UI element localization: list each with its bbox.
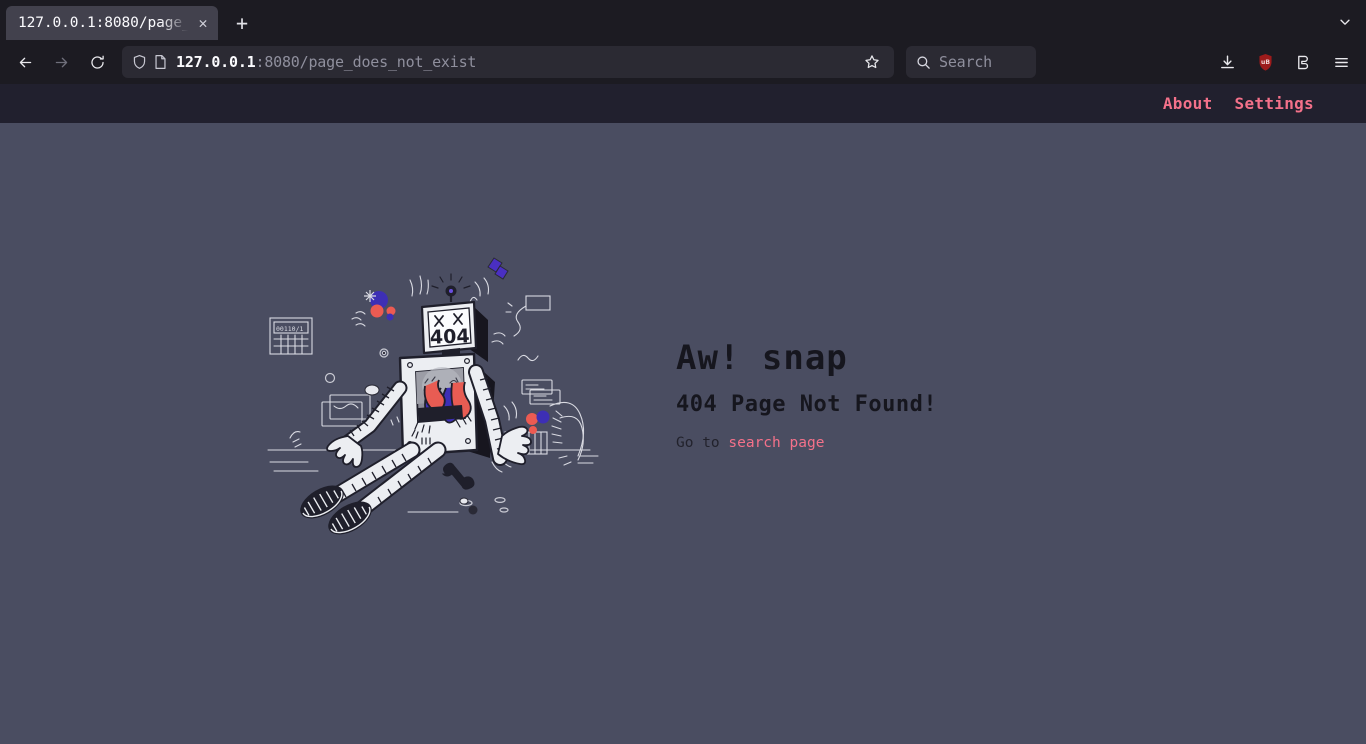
tab-title: 127.0.0.1:8080/page_does_not_exist [18,15,192,31]
extension-icon[interactable] [1286,46,1320,78]
goto-prefix-text: Go to [676,435,729,451]
error-subhead: 404 Page Not Found! [676,392,938,417]
browser-navigation-bar: 127.0.0.1:8080/page_does_not_exist Searc… [0,40,1366,84]
url-path: :8080/page_does_not_exist [255,53,477,71]
shield-icon[interactable] [132,54,147,70]
error-copy: Aw! snap 404 Page Not Found! Go to searc… [676,338,1106,451]
error-headline: Aw! snap [676,338,848,378]
page-document-icon [154,54,167,70]
browser-tab[interactable]: 127.0.0.1:8080/page_does_not_exist ✕ [6,6,218,40]
search-placeholder: Search [939,53,992,71]
reload-button[interactable] [80,46,114,78]
url-text: 127.0.0.1:8080/page_does_not_exist [176,53,858,71]
search-page-link[interactable]: search page [728,435,824,451]
hamburger-menu-icon[interactable] [1324,46,1358,78]
goto-search-line: Go to search page [676,435,1106,451]
nav-link-about[interactable]: About [1163,94,1213,113]
forward-button[interactable] [44,46,78,78]
url-bar[interactable]: 127.0.0.1:8080/page_does_not_exist [122,46,894,78]
download-icon[interactable] [1210,46,1244,78]
error-content: 00110/1 404 Aw! snap 404 Page Not Found!… [0,123,1366,744]
browser-chrome: 127.0.0.1:8080/page_does_not_exist ✕ + 1… [0,0,1366,84]
broken-robot-404-illustration: 00110/1 404 [260,250,620,540]
svg-text:uB: uB [1261,59,1270,66]
search-bar[interactable]: Search [906,46,1036,78]
chevron-down-icon[interactable] [1328,6,1362,38]
url-host: 127.0.0.1 [176,53,256,71]
search-icon [916,55,931,70]
ublock-origin-icon[interactable]: uB [1248,46,1282,78]
tab-close-icon[interactable]: ✕ [192,12,214,34]
new-tab-button[interactable]: + [226,7,258,39]
svg-text:404: 404 [430,325,470,348]
svg-text:00110/1: 00110/1 [276,325,303,333]
page-viewport: About Settings 00110/1 404 Aw! snap 404 … [0,84,1366,744]
nav-link-settings[interactable]: Settings [1235,94,1314,113]
tab-strip: 127.0.0.1:8080/page_does_not_exist ✕ + [0,0,1366,40]
back-button[interactable] [8,46,42,78]
browser-toolbar-actions: uB [1210,46,1358,78]
site-navigation: About Settings [0,84,1366,123]
star-icon[interactable] [858,48,886,76]
